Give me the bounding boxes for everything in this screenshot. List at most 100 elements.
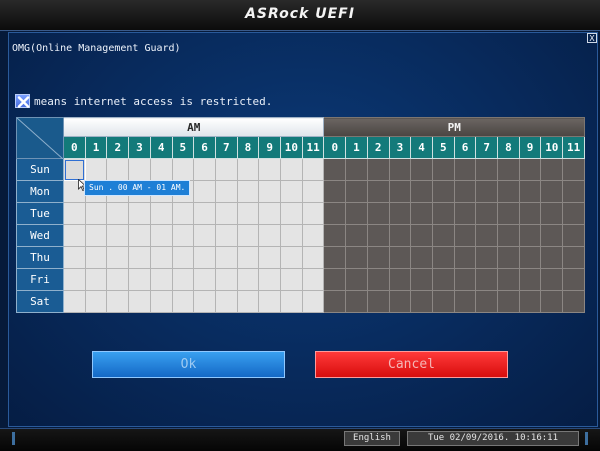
schedule-cell-mon-am-6[interactable] (193, 180, 216, 203)
schedule-cell-thu-am-7[interactable] (214, 246, 238, 269)
schedule-cell-tue-pm-8[interactable] (497, 202, 520, 225)
schedule-cell-tue-am-7[interactable] (214, 202, 238, 225)
schedule-cell-sun-am-7[interactable] (214, 158, 238, 181)
schedule-cell-wed-pm-9[interactable] (518, 224, 542, 247)
schedule-cell-fri-pm-2[interactable] (366, 268, 390, 291)
schedule-cell-thu-pm-8[interactable] (497, 246, 520, 269)
schedule-cell-fri-am-6[interactable] (193, 268, 216, 291)
schedule-cell-thu-pm-0[interactable] (323, 246, 347, 269)
schedule-cell-thu-pm-6[interactable] (453, 246, 477, 269)
schedule-cell-fri-am-3[interactable] (128, 268, 151, 291)
schedule-cell-thu-am-6[interactable] (193, 246, 216, 269)
schedule-cell-sun-am-10[interactable] (280, 158, 303, 181)
schedule-cell-sun-am-4[interactable] (149, 158, 173, 181)
schedule-cell-tue-pm-5[interactable] (431, 202, 455, 225)
schedule-cell-mon-pm-7[interactable] (475, 180, 499, 203)
schedule-cell-tue-am-5[interactable] (171, 202, 195, 225)
schedule-cell-tue-pm-6[interactable] (453, 202, 477, 225)
schedule-cell-sun-am-3[interactable] (128, 158, 151, 181)
schedule-cell-mon-pm-3[interactable] (388, 180, 412, 203)
schedule-cell-thu-pm-5[interactable] (431, 246, 455, 269)
schedule-cell-fri-pm-10[interactable] (540, 268, 564, 291)
schedule-cell-sat-pm-5[interactable] (431, 290, 455, 313)
schedule-cell-sun-pm-6[interactable] (453, 158, 477, 181)
schedule-cell-tue-pm-9[interactable] (518, 202, 542, 225)
schedule-cell-tue-pm-1[interactable] (345, 202, 368, 225)
schedule-cell-tue-pm-3[interactable] (388, 202, 412, 225)
schedule-cell-sun-pm-0[interactable] (323, 158, 347, 181)
schedule-cell-tue-am-4[interactable] (149, 202, 173, 225)
schedule-cell-sat-pm-8[interactable] (497, 290, 520, 313)
schedule-cell-thu-pm-9[interactable] (518, 246, 542, 269)
schedule-cell-thu-am-1[interactable] (84, 246, 108, 269)
schedule-cell-sat-am-5[interactable] (171, 290, 195, 313)
schedule-cell-sat-am-9[interactable] (258, 290, 282, 313)
schedule-cell-wed-am-3[interactable] (128, 224, 151, 247)
schedule-cell-sun-pm-1[interactable] (345, 158, 368, 181)
schedule-cell-thu-am-0[interactable] (63, 246, 86, 269)
schedule-cell-wed-am-0[interactable] (63, 224, 86, 247)
schedule-cell-wed-am-1[interactable] (84, 224, 108, 247)
schedule-cell-fri-am-0[interactable] (63, 268, 86, 291)
schedule-cell-fri-pm-7[interactable] (475, 268, 499, 291)
schedule-cell-tue-am-10[interactable] (280, 202, 303, 225)
schedule-cell-wed-pm-4[interactable] (410, 224, 433, 247)
schedule-cell-fri-am-7[interactable] (214, 268, 238, 291)
schedule-cell-tue-pm-0[interactable] (323, 202, 347, 225)
schedule-cell-wed-am-10[interactable] (280, 224, 303, 247)
schedule-cell-thu-am-5[interactable] (171, 246, 195, 269)
schedule-cell-wed-am-6[interactable] (193, 224, 216, 247)
schedule-cell-sun-pm-5[interactable] (431, 158, 455, 181)
schedule-cell-sat-am-7[interactable] (214, 290, 238, 313)
schedule-cell-sat-pm-0[interactable] (323, 290, 347, 313)
schedule-cell-mon-pm-0[interactable] (323, 180, 347, 203)
schedule-cell-wed-pm-3[interactable] (388, 224, 412, 247)
schedule-cell-fri-am-2[interactable] (106, 268, 130, 291)
schedule-cell-sat-am-8[interactable] (236, 290, 260, 313)
schedule-cell-sat-pm-4[interactable] (410, 290, 433, 313)
schedule-cell-mon-am-7[interactable] (214, 180, 238, 203)
schedule-cell-mon-am-8[interactable] (236, 180, 260, 203)
schedule-cell-fri-am-11[interactable] (301, 268, 325, 291)
schedule-cell-wed-am-11[interactable] (301, 224, 325, 247)
schedule-cell-sun-am-2[interactable] (106, 158, 130, 181)
schedule-cell-sun-am-1[interactable] (84, 158, 108, 181)
schedule-cell-sat-am-4[interactable] (149, 290, 173, 313)
schedule-cell-mon-pm-11[interactable] (562, 180, 585, 203)
schedule-cell-sat-pm-10[interactable] (540, 290, 564, 313)
schedule-cell-wed-pm-6[interactable] (453, 224, 477, 247)
schedule-cell-thu-pm-3[interactable] (388, 246, 412, 269)
schedule-cell-tue-am-2[interactable] (106, 202, 130, 225)
schedule-cell-mon-pm-10[interactable] (540, 180, 564, 203)
schedule-cell-wed-pm-0[interactable] (323, 224, 347, 247)
schedule-cell-mon-pm-8[interactable] (497, 180, 520, 203)
schedule-cell-tue-am-0[interactable] (63, 202, 86, 225)
schedule-cell-thu-pm-10[interactable] (540, 246, 564, 269)
schedule-cell-sun-am-9[interactable] (258, 158, 282, 181)
schedule-cell-fri-am-5[interactable] (171, 268, 195, 291)
schedule-cell-fri-am-8[interactable] (236, 268, 260, 291)
schedule-cell-thu-am-3[interactable] (128, 246, 151, 269)
schedule-cell-wed-pm-8[interactable] (497, 224, 520, 247)
schedule-cell-sun-pm-10[interactable] (540, 158, 564, 181)
schedule-cell-fri-pm-6[interactable] (453, 268, 477, 291)
language-button[interactable]: English (344, 431, 400, 446)
schedule-cell-thu-am-10[interactable] (280, 246, 303, 269)
schedule-cell-tue-am-1[interactable] (84, 202, 108, 225)
schedule-cell-wed-pm-7[interactable] (475, 224, 499, 247)
schedule-cell-thu-am-9[interactable] (258, 246, 282, 269)
schedule-cell-sat-am-10[interactable] (280, 290, 303, 313)
close-button[interactable]: X (587, 33, 597, 43)
schedule-cell-sat-am-6[interactable] (193, 290, 216, 313)
schedule-cell-mon-pm-5[interactable] (431, 180, 455, 203)
schedule-cell-sat-pm-2[interactable] (366, 290, 390, 313)
schedule-cell-fri-am-9[interactable] (258, 268, 282, 291)
schedule-cell-sat-pm-6[interactable] (453, 290, 477, 313)
schedule-cell-sat-pm-9[interactable] (518, 290, 542, 313)
schedule-cell-thu-am-11[interactable] (301, 246, 325, 269)
schedule-cell-sun-am-11[interactable] (301, 158, 325, 181)
schedule-cell-sat-am-1[interactable] (84, 290, 108, 313)
schedule-cell-fri-am-4[interactable] (149, 268, 173, 291)
schedule-cell-sun-pm-11[interactable] (562, 158, 585, 181)
schedule-cell-sun-pm-4[interactable] (410, 158, 433, 181)
